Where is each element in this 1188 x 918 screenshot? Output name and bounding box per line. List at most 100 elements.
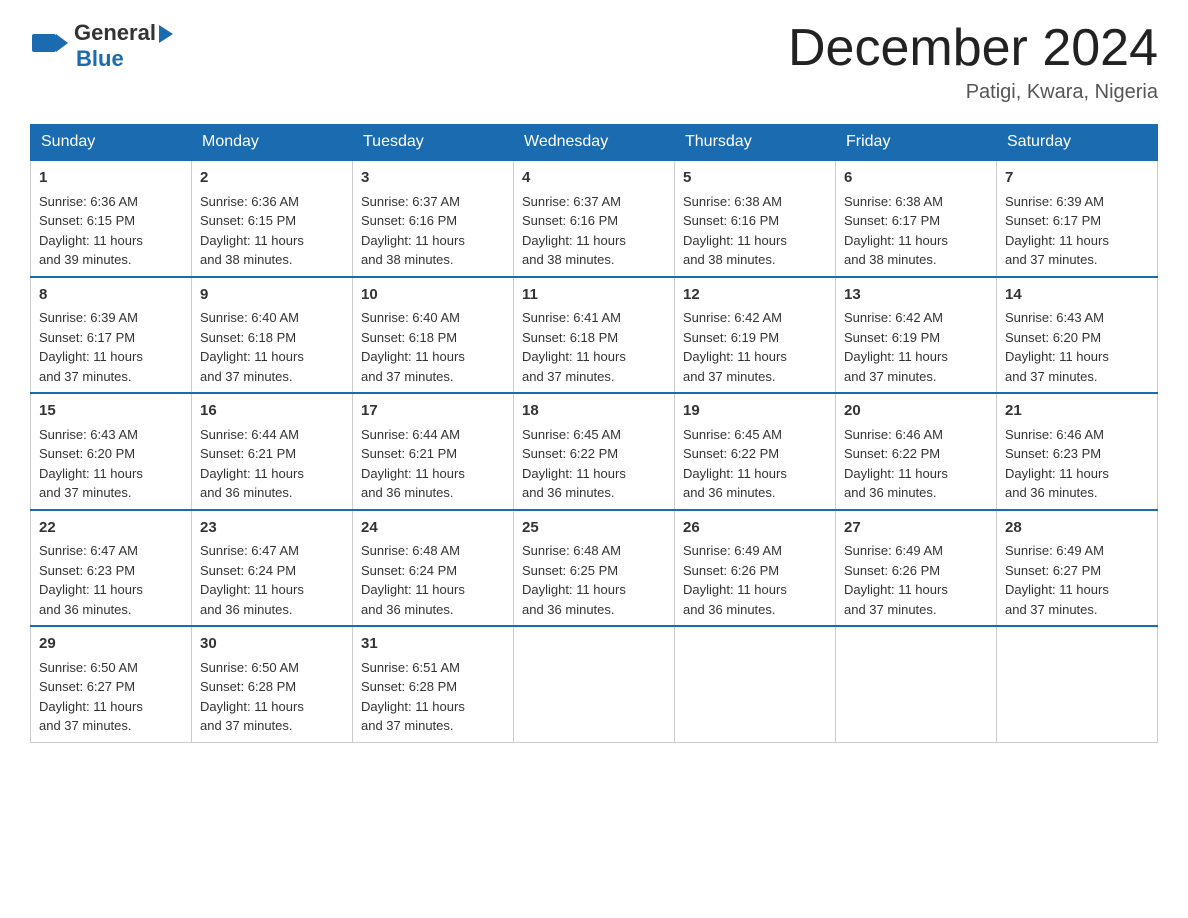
daylight-minutes-info: and 38 minutes. — [683, 252, 776, 267]
day-number: 25 — [522, 517, 666, 540]
sunrise-info: Sunrise: 6:44 AM — [200, 427, 299, 442]
calendar-week-row: 15 Sunrise: 6:43 AM Sunset: 6:20 PM Dayl… — [31, 393, 1158, 510]
sunset-info: Sunset: 6:22 PM — [522, 446, 618, 461]
daylight-info: Daylight: 11 hours — [361, 466, 465, 481]
day-number: 17 — [361, 400, 505, 423]
col-saturday: Saturday — [997, 125, 1158, 161]
daylight-info: Daylight: 11 hours — [361, 349, 465, 364]
table-row: 18 Sunrise: 6:45 AM Sunset: 6:22 PM Dayl… — [514, 393, 675, 510]
day-number: 19 — [683, 400, 827, 423]
table-row: 25 Sunrise: 6:48 AM Sunset: 6:25 PM Dayl… — [514, 510, 675, 627]
table-row: 8 Sunrise: 6:39 AM Sunset: 6:17 PM Dayli… — [31, 277, 192, 394]
sunrise-info: Sunrise: 6:36 AM — [39, 194, 138, 209]
day-number: 26 — [683, 517, 827, 540]
daylight-minutes-info: and 37 minutes. — [522, 369, 615, 384]
sunrise-info: Sunrise: 6:39 AM — [39, 310, 138, 325]
table-row: 30 Sunrise: 6:50 AM Sunset: 6:28 PM Dayl… — [192, 626, 353, 742]
day-number: 15 — [39, 400, 183, 423]
sunset-info: Sunset: 6:18 PM — [200, 330, 296, 345]
table-row: 9 Sunrise: 6:40 AM Sunset: 6:18 PM Dayli… — [192, 277, 353, 394]
day-number: 28 — [1005, 517, 1149, 540]
table-row: 31 Sunrise: 6:51 AM Sunset: 6:28 PM Dayl… — [353, 626, 514, 742]
sunrise-info: Sunrise: 6:51 AM — [361, 660, 460, 675]
daylight-info: Daylight: 11 hours — [1005, 582, 1109, 597]
daylight-minutes-info: and 36 minutes. — [683, 485, 776, 500]
col-thursday: Thursday — [675, 125, 836, 161]
col-friday: Friday — [836, 125, 997, 161]
col-monday: Monday — [192, 125, 353, 161]
daylight-info: Daylight: 11 hours — [683, 466, 787, 481]
sunset-info: Sunset: 6:15 PM — [200, 213, 296, 228]
daylight-info: Daylight: 11 hours — [39, 349, 143, 364]
logo: General Blue — [30, 20, 173, 72]
daylight-minutes-info: and 36 minutes. — [200, 602, 293, 617]
daylight-info: Daylight: 11 hours — [844, 349, 948, 364]
table-row: 5 Sunrise: 6:38 AM Sunset: 6:16 PM Dayli… — [675, 160, 836, 277]
col-wednesday: Wednesday — [514, 125, 675, 161]
calendar-week-row: 29 Sunrise: 6:50 AM Sunset: 6:27 PM Dayl… — [31, 626, 1158, 742]
calendar-table: Sunday Monday Tuesday Wednesday Thursday… — [30, 124, 1158, 743]
sunrise-info: Sunrise: 6:49 AM — [683, 543, 782, 558]
calendar-week-row: 22 Sunrise: 6:47 AM Sunset: 6:23 PM Dayl… — [31, 510, 1158, 627]
table-row: 15 Sunrise: 6:43 AM Sunset: 6:20 PM Dayl… — [31, 393, 192, 510]
sunset-info: Sunset: 6:16 PM — [683, 213, 779, 228]
table-row: 20 Sunrise: 6:46 AM Sunset: 6:22 PM Dayl… — [836, 393, 997, 510]
sunrise-info: Sunrise: 6:38 AM — [844, 194, 943, 209]
daylight-info: Daylight: 11 hours — [522, 349, 626, 364]
sunset-info: Sunset: 6:27 PM — [39, 679, 135, 694]
sunrise-info: Sunrise: 6:39 AM — [1005, 194, 1104, 209]
daylight-info: Daylight: 11 hours — [1005, 349, 1109, 364]
sunrise-info: Sunrise: 6:46 AM — [844, 427, 943, 442]
table-row: 11 Sunrise: 6:41 AM Sunset: 6:18 PM Dayl… — [514, 277, 675, 394]
table-row: 16 Sunrise: 6:44 AM Sunset: 6:21 PM Dayl… — [192, 393, 353, 510]
sunset-info: Sunset: 6:15 PM — [39, 213, 135, 228]
table-row: 6 Sunrise: 6:38 AM Sunset: 6:17 PM Dayli… — [836, 160, 997, 277]
location: Patigi, Kwara, Nigeria — [788, 81, 1158, 104]
sunset-info: Sunset: 6:22 PM — [683, 446, 779, 461]
daylight-info: Daylight: 11 hours — [200, 233, 304, 248]
daylight-info: Daylight: 11 hours — [361, 233, 465, 248]
table-row: 19 Sunrise: 6:45 AM Sunset: 6:22 PM Dayl… — [675, 393, 836, 510]
day-number: 11 — [522, 284, 666, 307]
sunset-info: Sunset: 6:22 PM — [844, 446, 940, 461]
table-row: 17 Sunrise: 6:44 AM Sunset: 6:21 PM Dayl… — [353, 393, 514, 510]
sunrise-info: Sunrise: 6:43 AM — [39, 427, 138, 442]
table-row: 24 Sunrise: 6:48 AM Sunset: 6:24 PM Dayl… — [353, 510, 514, 627]
day-number: 16 — [200, 400, 344, 423]
sunset-info: Sunset: 6:16 PM — [361, 213, 457, 228]
daylight-info: Daylight: 11 hours — [683, 582, 787, 597]
table-row: 26 Sunrise: 6:49 AM Sunset: 6:26 PM Dayl… — [675, 510, 836, 627]
sunrise-info: Sunrise: 6:41 AM — [522, 310, 621, 325]
calendar-week-row: 1 Sunrise: 6:36 AM Sunset: 6:15 PM Dayli… — [31, 160, 1158, 277]
day-number: 21 — [1005, 400, 1149, 423]
daylight-info: Daylight: 11 hours — [683, 349, 787, 364]
daylight-minutes-info: and 36 minutes. — [1005, 485, 1098, 500]
sunrise-info: Sunrise: 6:45 AM — [683, 427, 782, 442]
calendar-week-row: 8 Sunrise: 6:39 AM Sunset: 6:17 PM Dayli… — [31, 277, 1158, 394]
sunrise-info: Sunrise: 6:46 AM — [1005, 427, 1104, 442]
table-row: 14 Sunrise: 6:43 AM Sunset: 6:20 PM Dayl… — [997, 277, 1158, 394]
daylight-info: Daylight: 11 hours — [39, 582, 143, 597]
day-number: 10 — [361, 284, 505, 307]
daylight-info: Daylight: 11 hours — [683, 233, 787, 248]
sunrise-info: Sunrise: 6:47 AM — [200, 543, 299, 558]
table-row — [836, 626, 997, 742]
sunset-info: Sunset: 6:19 PM — [844, 330, 940, 345]
daylight-minutes-info: and 36 minutes. — [522, 602, 615, 617]
day-number: 30 — [200, 633, 344, 656]
daylight-info: Daylight: 11 hours — [844, 233, 948, 248]
sunset-info: Sunset: 6:18 PM — [361, 330, 457, 345]
day-number: 29 — [39, 633, 183, 656]
sunrise-info: Sunrise: 6:49 AM — [844, 543, 943, 558]
table-row — [997, 626, 1158, 742]
table-row: 4 Sunrise: 6:37 AM Sunset: 6:16 PM Dayli… — [514, 160, 675, 277]
table-row: 28 Sunrise: 6:49 AM Sunset: 6:27 PM Dayl… — [997, 510, 1158, 627]
daylight-minutes-info: and 37 minutes. — [844, 602, 937, 617]
sunrise-info: Sunrise: 6:45 AM — [522, 427, 621, 442]
table-row: 23 Sunrise: 6:47 AM Sunset: 6:24 PM Dayl… — [192, 510, 353, 627]
daylight-minutes-info: and 37 minutes. — [39, 369, 132, 384]
sunset-info: Sunset: 6:25 PM — [522, 563, 618, 578]
day-number: 1 — [39, 167, 183, 190]
daylight-info: Daylight: 11 hours — [522, 233, 626, 248]
daylight-info: Daylight: 11 hours — [361, 582, 465, 597]
